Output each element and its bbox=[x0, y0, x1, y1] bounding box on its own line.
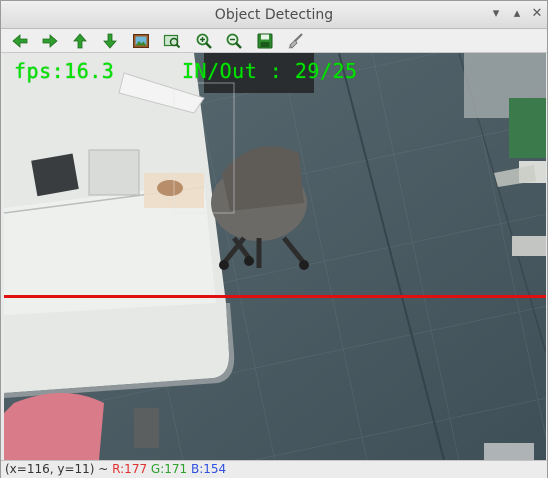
status-bar: (x=116, y=11) ~ R:177 G:171 B:154 bbox=[1, 460, 547, 478]
arrow-down-icon bbox=[103, 33, 117, 49]
image-icon bbox=[133, 34, 149, 48]
save-icon bbox=[257, 33, 273, 49]
zoom-in-button[interactable] bbox=[193, 31, 215, 51]
arrow-left-icon bbox=[12, 34, 28, 48]
zoom-out-button[interactable] bbox=[223, 31, 245, 51]
pixel-blue-value: B:154 bbox=[191, 462, 227, 476]
arrow-up-icon bbox=[73, 33, 87, 49]
pan-left-button[interactable] bbox=[9, 31, 31, 51]
close-icon[interactable]: ✕ bbox=[529, 6, 545, 22]
brush-icon bbox=[288, 33, 303, 49]
save-button[interactable] bbox=[254, 31, 276, 51]
title-bar[interactable]: Object Detecting ▾ ▴ ✕ bbox=[1, 1, 547, 29]
window-title: Object Detecting bbox=[214, 7, 334, 23]
pan-down-button[interactable] bbox=[99, 31, 121, 51]
pixel-red-value: R:177 bbox=[112, 462, 148, 476]
properties-button[interactable] bbox=[285, 31, 307, 51]
app-window: Object Detecting ▾ ▴ ✕ fps:16.3 IN/Out:… bbox=[0, 0, 548, 478]
zoom-rect-icon bbox=[163, 34, 181, 49]
chevron-down-icon[interactable]: ▾ bbox=[488, 6, 504, 22]
pan-right-button[interactable] bbox=[39, 31, 61, 51]
pan-up-button[interactable] bbox=[69, 31, 91, 51]
chevron-up-icon[interactable]: ▴ bbox=[509, 6, 525, 22]
zoom-rect-button[interactable] bbox=[161, 31, 183, 51]
counting-line bbox=[4, 295, 546, 298]
in-out-counter: IN/Out : 29/25 bbox=[182, 59, 358, 83]
arrow-right-icon bbox=[42, 34, 58, 48]
zoom-in-icon bbox=[196, 33, 212, 49]
zoom-to-fit-button[interactable] bbox=[130, 31, 152, 51]
cursor-coordinates: (x=116, y=11) ~ bbox=[5, 462, 113, 476]
camera-view[interactable]: fps:16.3 IN/Out : 29/25 bbox=[4, 53, 546, 460]
zoom-out-icon bbox=[226, 33, 242, 49]
pixel-green-value: G:171 bbox=[150, 462, 188, 476]
camera-frame bbox=[4, 53, 546, 460]
fps-label: fps:16.3 bbox=[14, 59, 115, 83]
toolbar bbox=[1, 29, 547, 53]
